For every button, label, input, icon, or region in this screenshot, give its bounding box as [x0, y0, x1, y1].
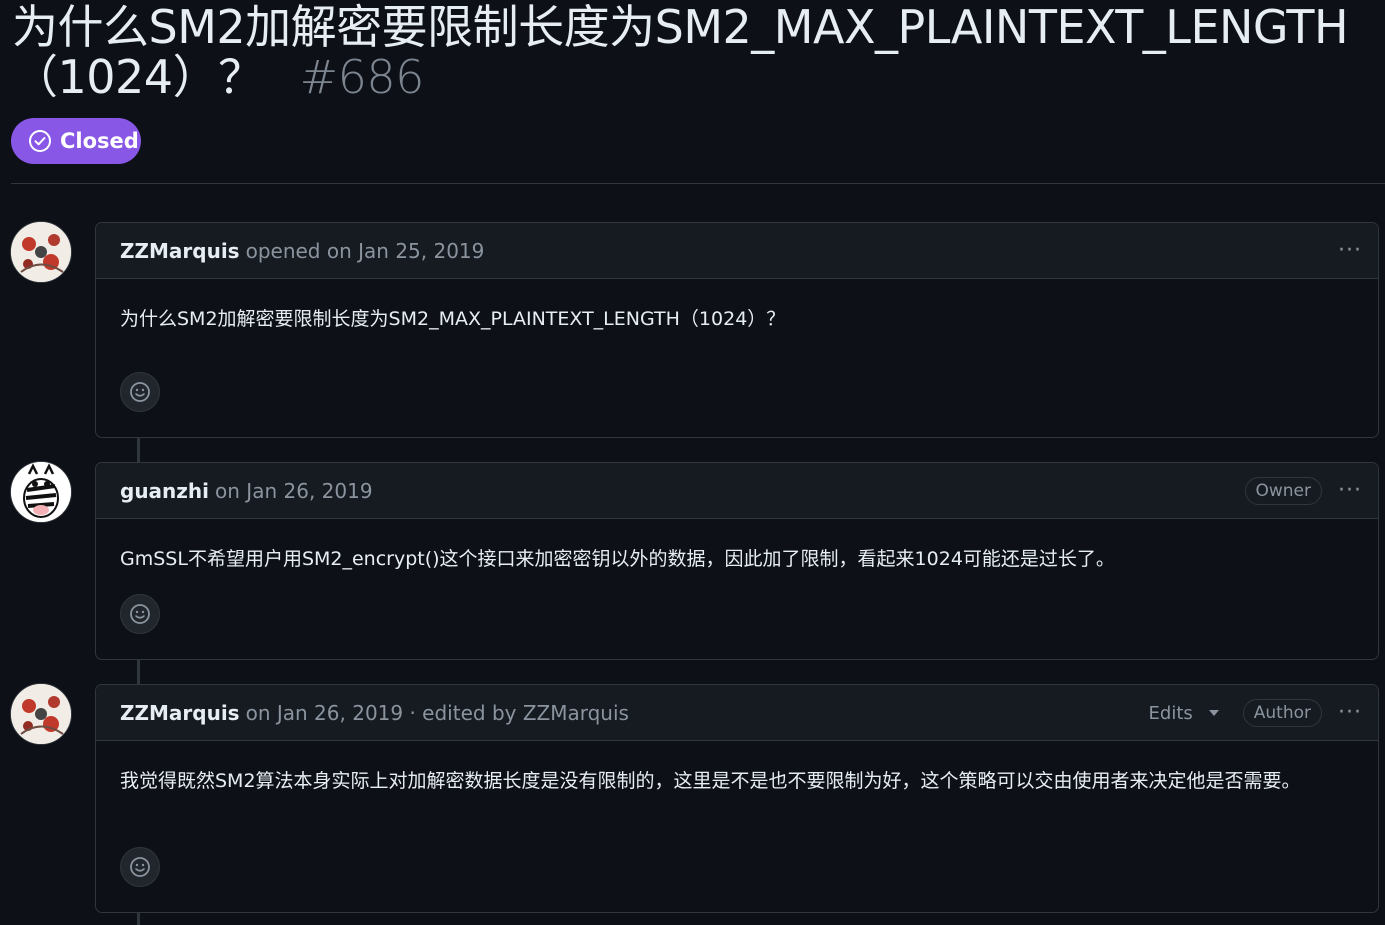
comment-meta[interactable]: on Jan 26, 2019	[215, 479, 373, 503]
kebab-icon[interactable]: ···	[1336, 240, 1364, 262]
kebab-icon[interactable]: ···	[1336, 702, 1364, 724]
owner-label: Owner	[1244, 477, 1323, 505]
issue-number: #686	[299, 50, 425, 104]
comment-body: GmSSL不希望用户用SM2_encrypt()这个接口来加密密钥以外的数据，因…	[120, 548, 1115, 570]
closed-check-icon	[29, 130, 51, 152]
comment-header: ZZMarquis opened on Jan 25, 2019 ···	[96, 223, 1378, 279]
caret-down-icon	[1208, 710, 1219, 716]
comment-card: ZZMarquis on Jan 26, 2019 · edited by ZZ…	[95, 684, 1379, 913]
issue-title: 为什么SM2加解密要限制长度为SM2_MAX_PLAINTEXT_LENGTH（…	[12, 2, 1372, 102]
header-divider	[11, 183, 1385, 184]
timeline-connector	[137, 912, 140, 925]
comment-body: 我觉得既然SM2算法本身实际上对加解密数据长度是没有限制的，这里是不是也不要限制…	[120, 770, 1301, 792]
comment-header: guanzhi on Jan 26, 2019 Owner ···	[96, 463, 1378, 519]
comment-meta[interactable]: on Jan 26, 2019 · edited by ZZMarquis	[246, 701, 629, 725]
kebab-icon[interactable]: ···	[1336, 480, 1364, 502]
avatar[interactable]	[10, 221, 72, 283]
avatar[interactable]	[10, 461, 72, 523]
add-reaction-button[interactable]	[120, 372, 160, 412]
timeline-connector	[137, 437, 140, 463]
comment-card: ZZMarquis opened on Jan 25, 2019 ··· 为什么…	[95, 222, 1379, 438]
comment-author[interactable]: guanzhi	[120, 479, 209, 503]
edits-dropdown[interactable]: Edits	[1149, 703, 1219, 724]
comment-author[interactable]: ZZMarquis	[120, 701, 240, 725]
smiley-icon	[130, 604, 150, 624]
timeline-connector	[137, 659, 140, 685]
edits-label: Edits	[1148, 702, 1193, 724]
issue-title-text: 为什么SM2加解密要限制长度为SM2_MAX_PLAINTEXT_LENGTH（…	[12, 0, 1349, 104]
comment-body: 为什么SM2加解密要限制长度为SM2_MAX_PLAINTEXT_LENGTH（…	[120, 308, 786, 330]
comment-meta[interactable]: opened on Jan 25, 2019	[246, 239, 485, 263]
status-label: Closed	[60, 129, 139, 153]
comment-card: guanzhi on Jan 26, 2019 Owner ··· GmSSL不…	[95, 462, 1379, 660]
add-reaction-button[interactable]	[120, 847, 160, 887]
author-label: Author	[1242, 699, 1323, 727]
smiley-icon	[130, 857, 150, 877]
status-badge: Closed	[11, 118, 141, 164]
smiley-icon	[130, 382, 150, 402]
avatar[interactable]	[10, 683, 72, 745]
comment-author[interactable]: ZZMarquis	[120, 239, 240, 263]
comment-header: ZZMarquis on Jan 26, 2019 · edited by ZZ…	[96, 685, 1378, 741]
add-reaction-button[interactable]	[120, 594, 160, 634]
